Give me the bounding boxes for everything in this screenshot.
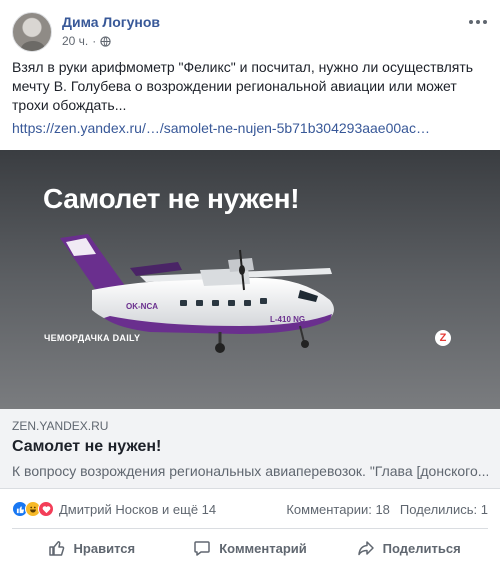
link-preview-caption[interactable]: ZEN.YANDEX.RU Самолет не нужен! К вопрос… (0, 409, 500, 489)
link-preview-image[interactable]: OK-NCA L-410 NG Самолет не нужен! ЧЕМОРД… (0, 150, 500, 409)
globe-icon[interactable] (100, 35, 111, 47)
post-timestamp[interactable]: 20 ч. (62, 34, 88, 48)
actions-divider (12, 528, 488, 529)
comment-label: Комментарий (219, 540, 307, 556)
more-options-icon[interactable] (468, 14, 488, 30)
post-text: Взял в руки арифмометр "Феликс" и посчит… (12, 59, 474, 113)
link-domain: ZEN.YANDEX.RU (12, 419, 109, 433)
like-button[interactable]: Нравится (12, 530, 171, 566)
shares-count[interactable]: Поделились: 1 (400, 502, 488, 517)
author-name[interactable]: Дима Логунов (62, 14, 160, 30)
thumbs-up-icon (48, 540, 64, 556)
share-label: Поделиться (382, 540, 461, 556)
reactions-bar: Дмитрий Носков и ещё 14 Комментарии: 18 … (12, 499, 488, 519)
engagement-counts: Комментарии: 18 Поделились: 1 (286, 502, 488, 517)
image-brand: ЧЕМОРДАЧКА DAILY (44, 333, 141, 343)
meta-separator: · (92, 34, 97, 48)
love-icon[interactable] (38, 501, 54, 517)
image-headline: Самолет не нужен! (43, 183, 300, 214)
plane-registration: OK-NCA (126, 302, 158, 311)
share-icon (357, 541, 374, 556)
comment-button[interactable]: Комментарий (171, 530, 330, 566)
post-link[interactable]: https://zen.yandex.ru/…/samolet-ne-nujen… (12, 120, 488, 136)
author-avatar[interactable] (12, 12, 52, 52)
link-description: К вопросу возрождения региональных авиап… (12, 463, 488, 479)
post-meta: 20 ч. · (62, 34, 111, 48)
comment-icon (194, 541, 210, 556)
plane-model: L-410 NG (270, 315, 305, 324)
share-button[interactable]: Поделиться (329, 530, 488, 566)
comments-count[interactable]: Комментарии: 18 (286, 502, 390, 517)
reaction-icons[interactable] (12, 501, 54, 517)
post-actions: Нравится Комментарий Поделиться (12, 530, 488, 566)
post-header: Дима Логунов 20 ч. · (12, 12, 488, 56)
link-title[interactable]: Самолет не нужен! (12, 438, 488, 456)
like-label: Нравится (73, 540, 136, 556)
reaction-names[interactable]: Дмитрий Носков и ещё 14 (59, 502, 216, 517)
zen-logo-icon: Z (435, 330, 451, 346)
